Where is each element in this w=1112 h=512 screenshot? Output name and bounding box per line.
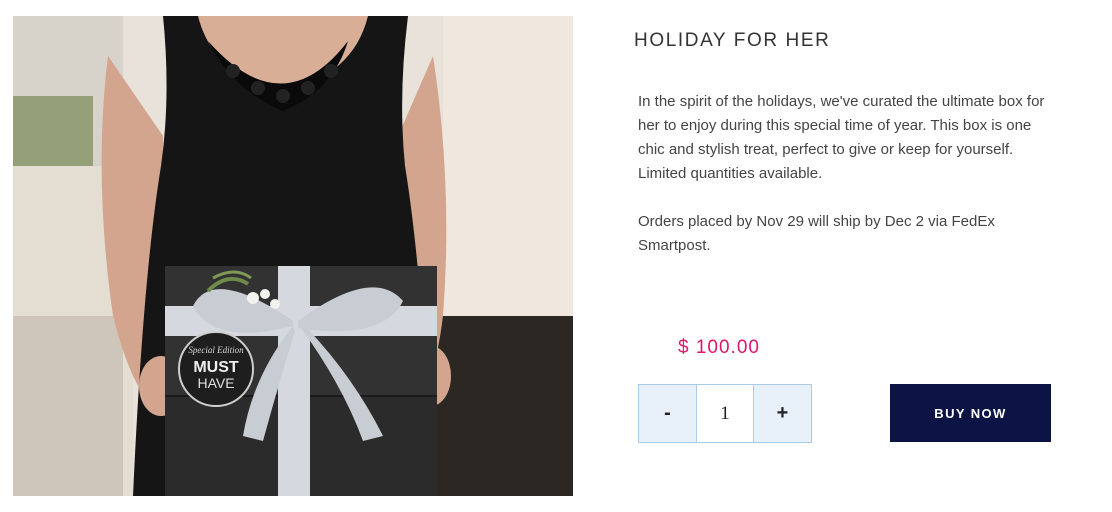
- description-shipping: Orders placed by Nov 29 will ship by Dec…: [638, 213, 995, 254]
- quantity-stepper: - 1 +: [638, 384, 812, 443]
- product-image: Special Edition MUST HAVE: [13, 16, 573, 496]
- box-badge-line1: Special Edition: [188, 345, 244, 355]
- quantity-increment-button[interactable]: +: [754, 385, 811, 442]
- box-badge-line2: MUST: [193, 359, 239, 376]
- product-price: $ 100.00: [678, 337, 760, 358]
- quantity-decrement-button[interactable]: -: [639, 385, 696, 442]
- product-description: In the spirit of the holidays, we've cur…: [638, 90, 1058, 258]
- quantity-input[interactable]: 1: [696, 385, 754, 442]
- buy-now-button[interactable]: BUY NOW: [890, 384, 1051, 442]
- description-paragraph: In the spirit of the holidays, we've cur…: [638, 93, 1045, 158]
- description-availability: Limited quantities available.: [638, 165, 823, 182]
- product-title: HOLIDAY FOR HER: [634, 30, 831, 51]
- box-badge-line3: HAVE: [197, 375, 234, 391]
